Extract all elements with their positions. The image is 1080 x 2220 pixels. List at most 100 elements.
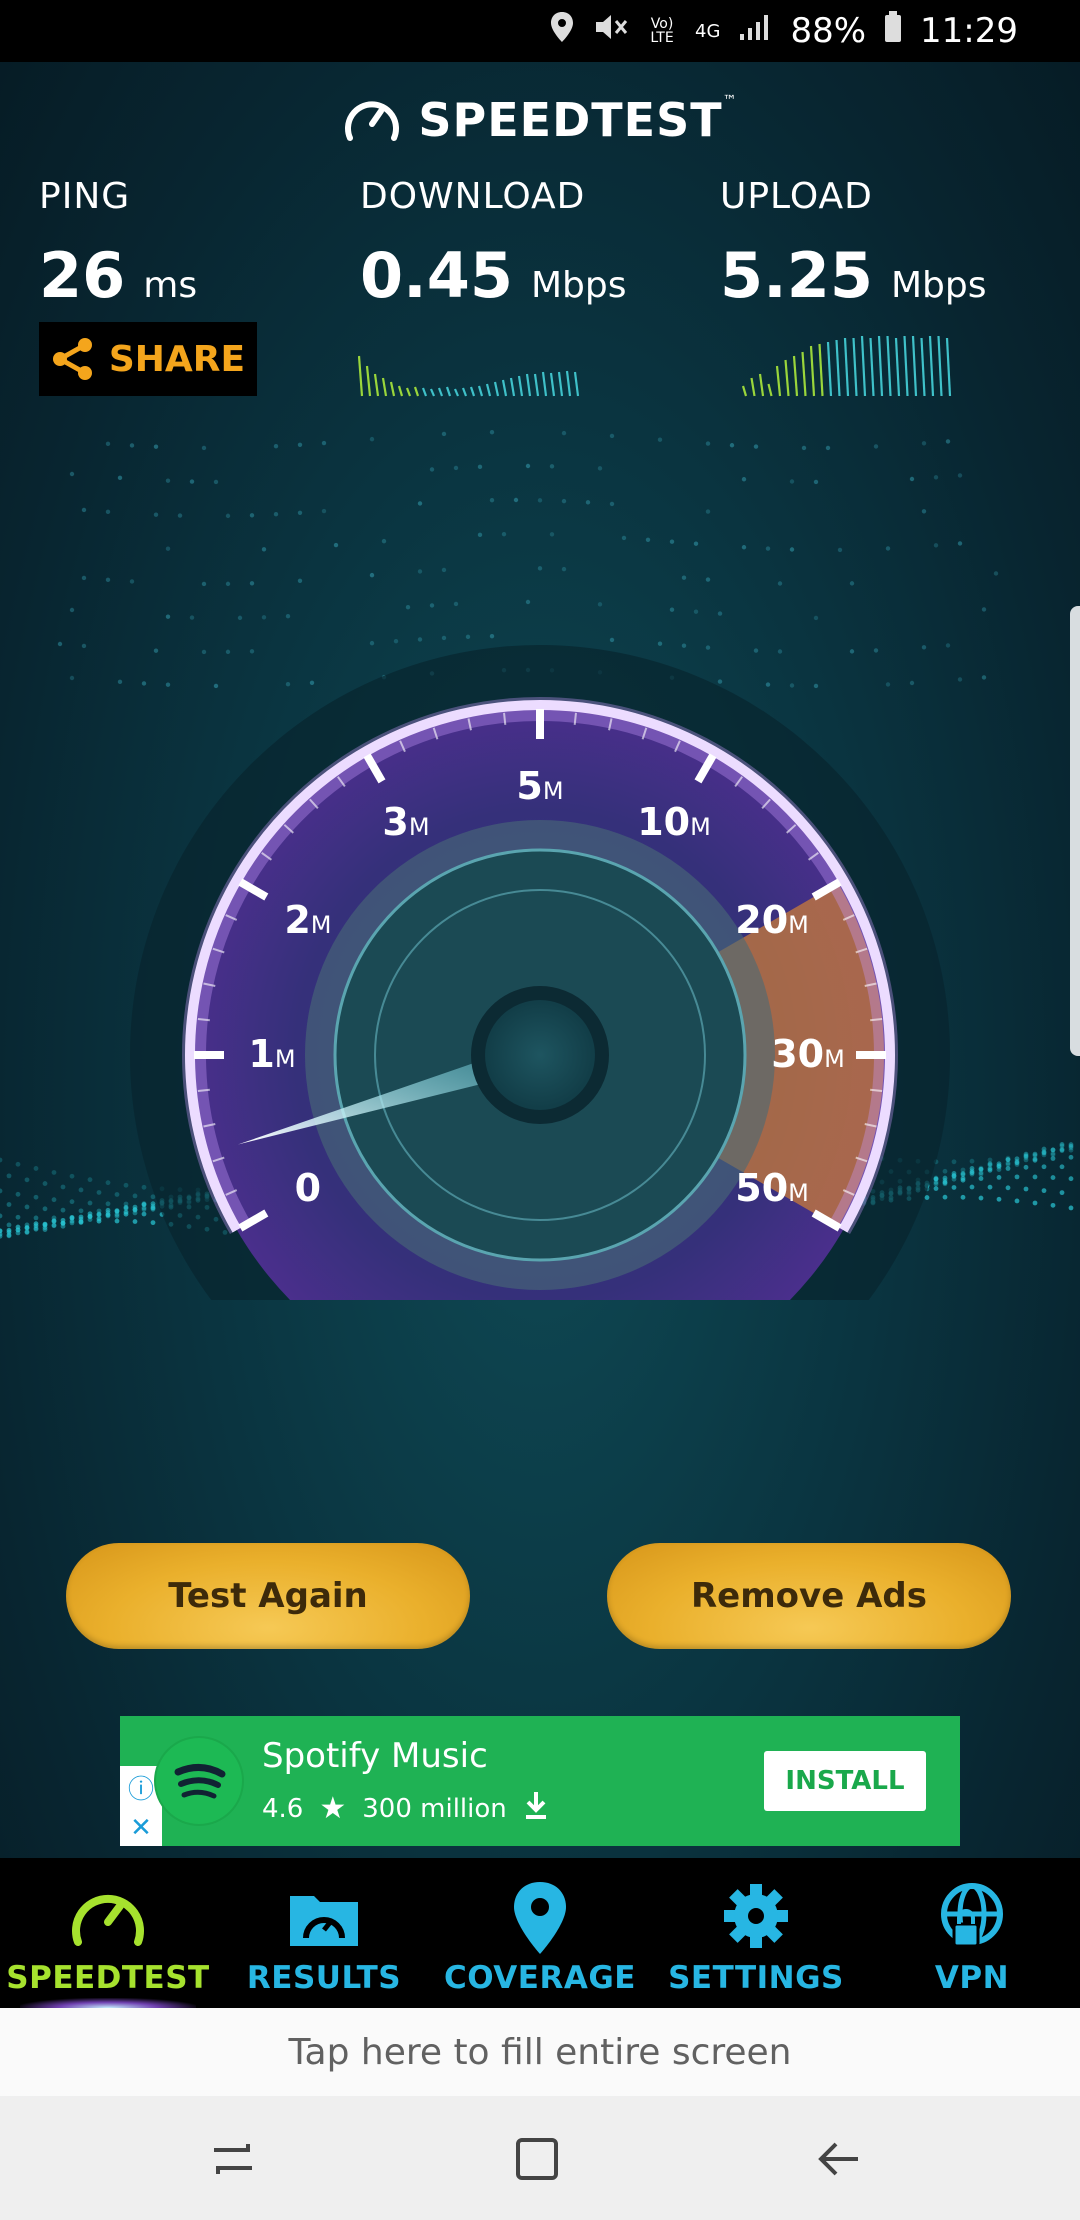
remove-ads-button[interactable]: Remove Ads [607,1543,1011,1649]
map-pin-icon [514,1882,566,1954]
star-icon: ★ [319,1791,347,1826]
background-dot [201,445,207,451]
back-icon[interactable] [814,2134,864,2184]
background-dot [549,464,555,469]
background-dot [105,441,111,447]
tab-settings-label: SETTINGS [668,1960,844,1996]
background-dot [381,538,387,544]
vpn-globe-lock-icon [941,1883,1003,1948]
background-dot [741,477,747,482]
background-dot [753,444,759,449]
background-dot [201,581,207,587]
ad-meta: 4.6 ★ 300 million [262,1790,549,1827]
tab-speedtest-label: SPEEDTEST [6,1960,210,1996]
upload-sparkline [741,335,952,397]
background-dot [945,439,951,444]
ad-banner[interactable]: ⓘ ✕ Spotify Music 4.6 ★ 300 million INST… [120,1716,960,1846]
background-dot [81,575,87,581]
scroll-handle[interactable] [1070,606,1080,1056]
background-dot [681,575,687,580]
sparkline-bar [852,337,858,397]
background-dot [561,498,567,504]
ad-info-icon[interactable]: ⓘ [128,1769,154,1806]
sparkline-bar [421,387,428,397]
background-dot [537,498,543,503]
download-sparkline [358,355,580,397]
sparkline-bar [549,372,556,397]
sparkline-bar [358,355,364,397]
upload-label: UPLOAD [720,176,873,217]
share-button[interactable]: SHARE [39,322,257,396]
background-dot [225,581,231,587]
background-dot [849,581,855,586]
background-dot [873,444,879,449]
fill-screen-bar[interactable]: Tap here to fill entire screen [0,2008,1080,2096]
logo-text: SPEEDTEST™ [418,93,738,147]
sparkline-bar [493,381,500,397]
sparkline-bar [767,383,773,397]
home-icon[interactable] [512,2134,562,2184]
background-dot [129,443,135,448]
background-dot [621,535,627,541]
sparkline-bar [937,335,943,397]
background-dot [489,429,495,435]
gear-hole [748,1908,764,1924]
ad-title: Spotify Music [262,1736,488,1776]
background-dot [441,431,447,437]
sparkline-bar [894,337,901,397]
background-dot [501,531,507,537]
ad-install-button[interactable]: INSTALL [764,1751,926,1811]
sparkline-bar [775,365,782,397]
sparkline-bar [413,386,420,397]
test-again-button[interactable]: Test Again [66,1543,470,1649]
speedometer-logo-icon [345,101,400,141]
background-dot [441,567,447,573]
tab-settings[interactable]: SETTINGS [648,1858,864,2008]
background-dot [549,532,555,537]
volte-icon: Vo) LTE [650,16,674,46]
speed-gauge: 01M2M3M5M10M20M30M50M [130,645,950,1300]
background-dot [561,430,567,436]
recent-apps-icon[interactable] [208,2134,258,2184]
speedtest-logo: SPEEDTEST™ [0,92,1080,148]
download-unit: Mbps [530,265,627,306]
battery-icon [884,11,902,51]
sparkline-bar [565,370,572,397]
background-dot [273,512,279,517]
background-dot [321,508,327,514]
tab-vpn[interactable]: VPN [864,1858,1080,2008]
sparkline-bar [469,386,476,397]
ad-close-icon[interactable]: ✕ [130,1813,152,1843]
tab-coverage[interactable]: COVERAGE [432,1858,648,2008]
background-dot [321,440,327,446]
background-dot [957,541,963,546]
background-dot [69,471,75,477]
sparkline-bar [835,339,841,397]
background-dot [789,479,795,484]
sparkline-bar [792,355,799,397]
download-label: DOWNLOAD [360,176,586,217]
background-dot [369,572,375,578]
sparkline-bar [920,337,926,397]
gauge-minor-tick [573,712,577,725]
sparkline-bar [445,386,452,397]
system-nav-bar [0,2096,1080,2220]
results-folder-icon [290,1896,358,1946]
background-dot [789,547,795,552]
sparkline-bar [453,388,460,397]
background-dot [597,466,603,471]
sparkline-bar [860,335,867,397]
sparkline-bar [750,377,756,397]
background-dot [513,497,519,503]
gear-icon [724,1884,788,1948]
tab-speedtest[interactable]: SPEEDTEST [0,1858,216,2008]
background-dot [81,507,87,513]
background-dot [477,532,483,538]
background-dot [777,581,783,586]
upload-metric: UPLOAD 5.25 Mbps [720,176,987,312]
background-dot [729,443,735,448]
background-dot [705,577,711,582]
tab-results[interactable]: RESULTS [216,1858,432,2008]
sparkline-bar [517,375,524,397]
background-dot [297,578,303,583]
